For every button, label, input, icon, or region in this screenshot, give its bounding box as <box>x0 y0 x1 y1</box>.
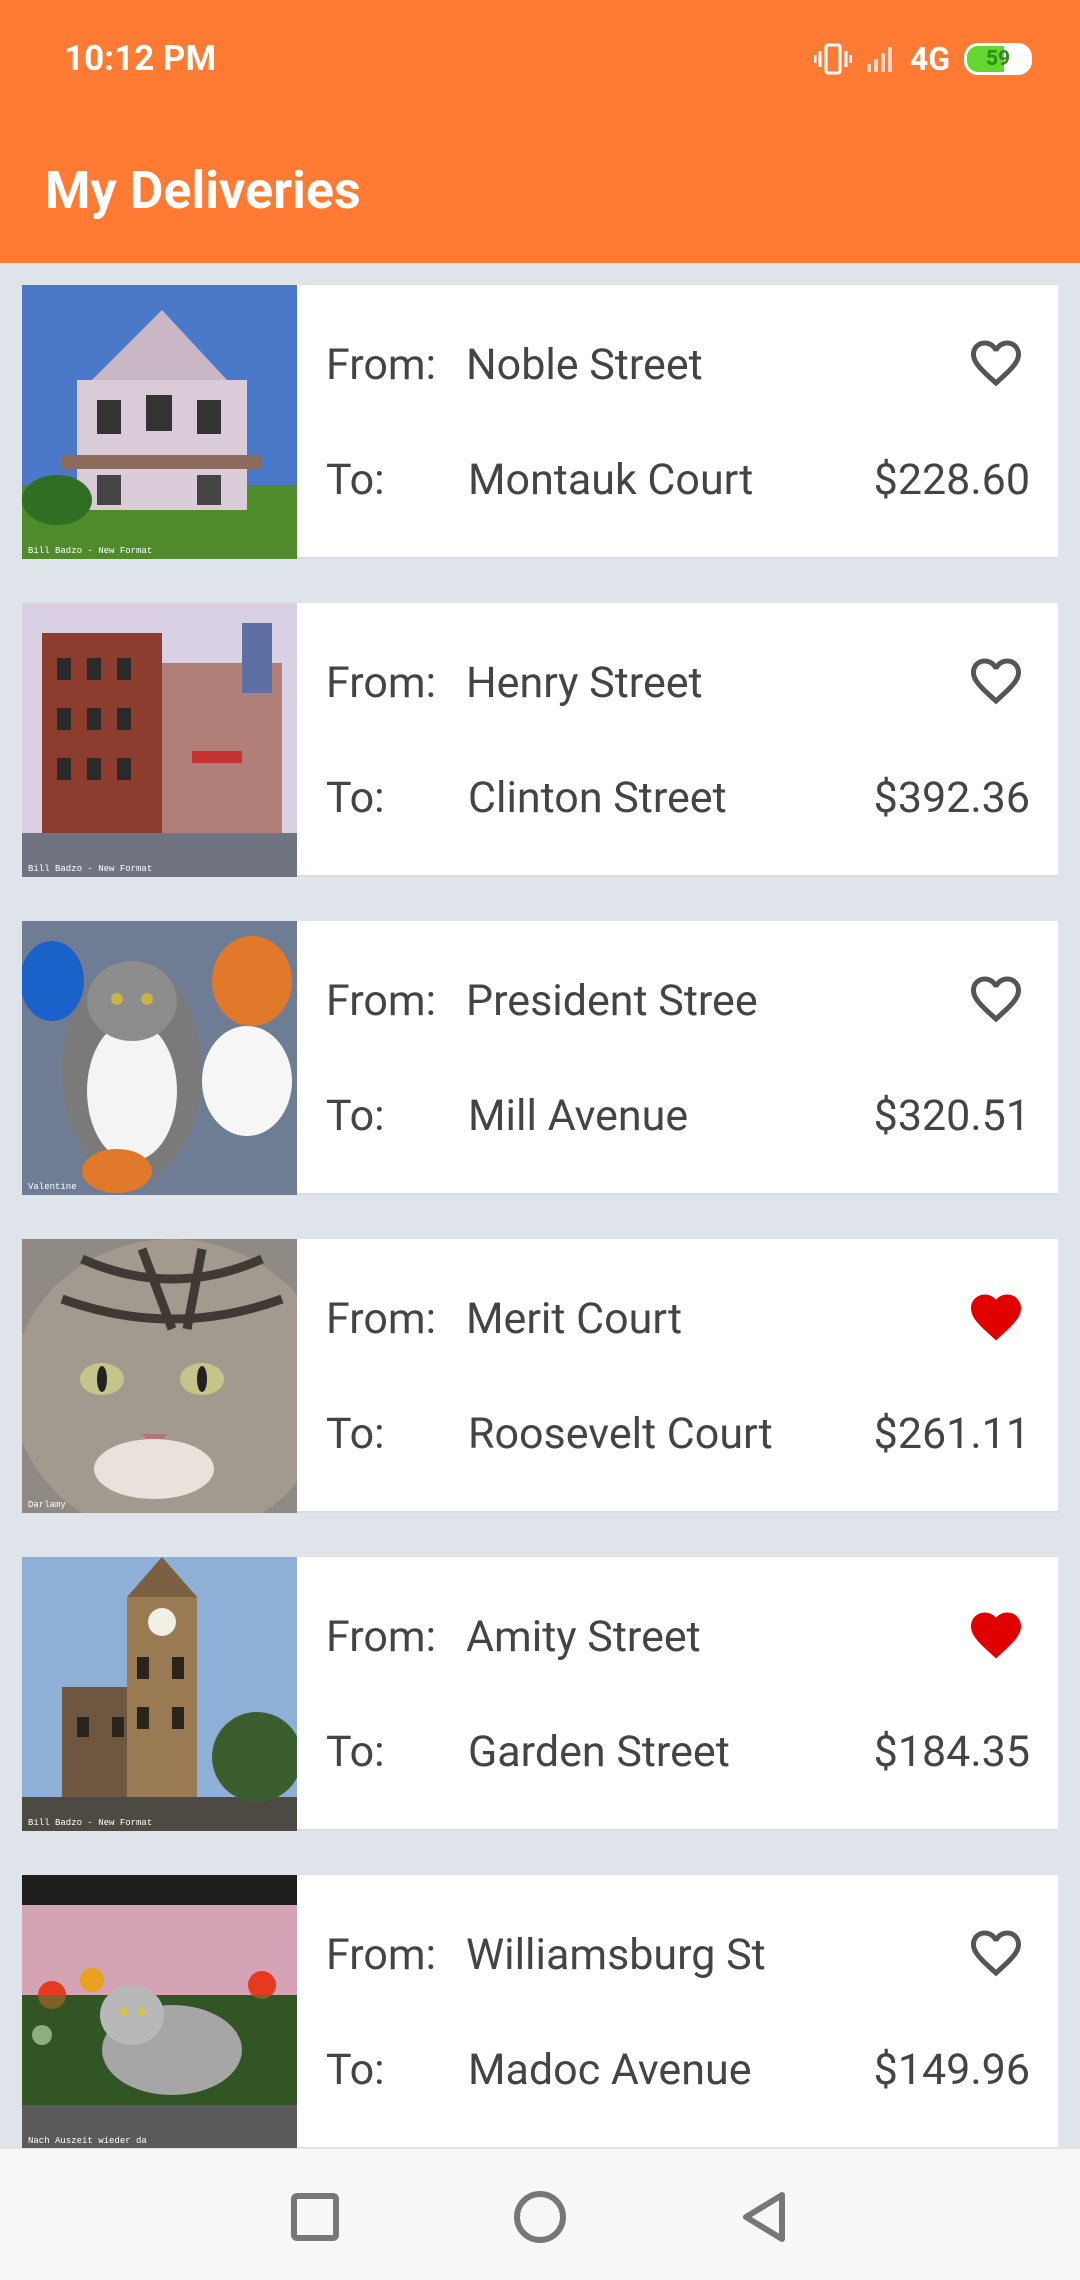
battery-level: 59 <box>985 47 1011 71</box>
to-label: To: <box>326 2045 385 2095</box>
delivery-price: $149.96 <box>873 2045 1030 2095</box>
heart-outline-icon[interactable] <box>966 651 1026 711</box>
home-button[interactable] <box>512 2189 568 2245</box>
vibrate-icon <box>813 43 852 75</box>
from-address: President Stree <box>466 976 758 1026</box>
delivery-price: $228.60 <box>873 455 1030 505</box>
delivery-thumbnail: Nach Auszeit wieder da <box>22 1875 297 2148</box>
delivery-thumbnail: Valentine <box>22 921 297 1195</box>
heart-outline-icon[interactable] <box>966 333 1026 393</box>
delivery-price: $392.36 <box>873 773 1030 823</box>
delivery-card[interactable]: Darlamy From: Merit Court To: Roosevelt Cour… <box>22 1239 1058 1513</box>
from-address: Noble Street <box>466 340 703 390</box>
to-label: To: <box>326 1091 385 1141</box>
delivery-price: $261.11 <box>873 1409 1030 1459</box>
to-label: To: <box>326 1409 385 1459</box>
from-label: From: <box>326 658 437 708</box>
thumbnail-caption: Bill Badzo - New Format <box>28 1818 152 1828</box>
delivery-card[interactable]: Bill Badzo - New Format From: Amity Street… <box>22 1557 1058 1831</box>
thumbnail-caption: Bill Badzo - New Format <box>28 546 152 556</box>
heart-outline-icon[interactable] <box>966 1923 1026 1983</box>
heart-outline-icon[interactable] <box>966 969 1026 1029</box>
from-label: From: <box>326 1612 437 1662</box>
delivery-list[interactable]: Bill Badzo - New Format From: Noble Street… <box>0 263 1080 2148</box>
from-address: Henry Street <box>466 658 703 708</box>
page-title: My Deliveries <box>45 160 361 221</box>
heart-filled-icon[interactable] <box>966 1287 1026 1347</box>
battery-icon: 59 <box>964 43 1032 75</box>
to-address: Mill Avenue <box>468 1091 689 1141</box>
status-icons: 4G 59 <box>813 38 1032 80</box>
to-label: To: <box>326 1727 385 1777</box>
delivery-card[interactable]: Bill Badzo - New Format From: Noble Street… <box>22 285 1058 559</box>
app-header: 10:12 PM 4G 59 My Deliveries <box>0 0 1080 263</box>
thumbnail-caption: Darlamy <box>28 1500 66 1510</box>
heart-filled-icon[interactable] <box>966 1605 1026 1665</box>
delivery-thumbnail: Bill Badzo - New Format <box>22 603 297 877</box>
recents-button[interactable] <box>287 2189 343 2245</box>
to-address: Montauk Court <box>468 455 754 505</box>
from-label: From: <box>326 976 437 1026</box>
square-icon <box>291 2193 339 2241</box>
to-address: Garden Street <box>468 1727 730 1777</box>
thumbnail-caption: Bill Badzo - New Format <box>28 864 152 874</box>
to-label: To: <box>326 773 385 823</box>
delivery-card[interactable]: Valentine From: President Stree To: Mill Ave… <box>22 921 1058 1195</box>
circle-icon <box>514 2191 566 2243</box>
delivery-card[interactable]: Bill Badzo - New Format From: Henry Street… <box>22 603 1058 877</box>
delivery-thumbnail: Bill Badzo - New Format <box>22 285 297 559</box>
status-time: 10:12 PM <box>64 38 217 79</box>
to-address: Roosevelt Court <box>468 1409 773 1459</box>
to-label: To: <box>326 455 385 505</box>
to-address: Clinton Street <box>468 773 727 823</box>
from-address: Amity Street <box>466 1612 701 1662</box>
from-label: From: <box>326 340 437 390</box>
thumbnail-caption: Nach Auszeit wieder da <box>28 2136 147 2146</box>
delivery-price: $184.35 <box>873 1727 1030 1777</box>
thumbnail-caption: Valentine <box>28 1182 77 1192</box>
delivery-thumbnail: Darlamy <box>22 1239 297 1513</box>
from-label: From: <box>326 1930 437 1980</box>
delivery-price: $320.51 <box>873 1091 1030 1141</box>
from-address: Williamsburg St <box>466 1930 766 1980</box>
delivery-thumbnail: Bill Badzo - New Format <box>22 1557 297 1831</box>
status-bar: 10:12 PM 4G 59 <box>0 0 1080 118</box>
navigation-bar <box>0 2148 1080 2280</box>
delivery-card[interactable]: Nach Auszeit wieder da From: Williamsburg … <box>22 1875 1058 2148</box>
triangle-back-icon <box>743 2192 785 2242</box>
signal-icon <box>866 47 892 72</box>
back-button[interactable] <box>736 2189 792 2245</box>
network-type: 4G <box>909 40 950 78</box>
from-address: Merit Court <box>466 1294 683 1344</box>
from-label: From: <box>326 1294 437 1344</box>
to-address: Madoc Avenue <box>468 2045 752 2095</box>
